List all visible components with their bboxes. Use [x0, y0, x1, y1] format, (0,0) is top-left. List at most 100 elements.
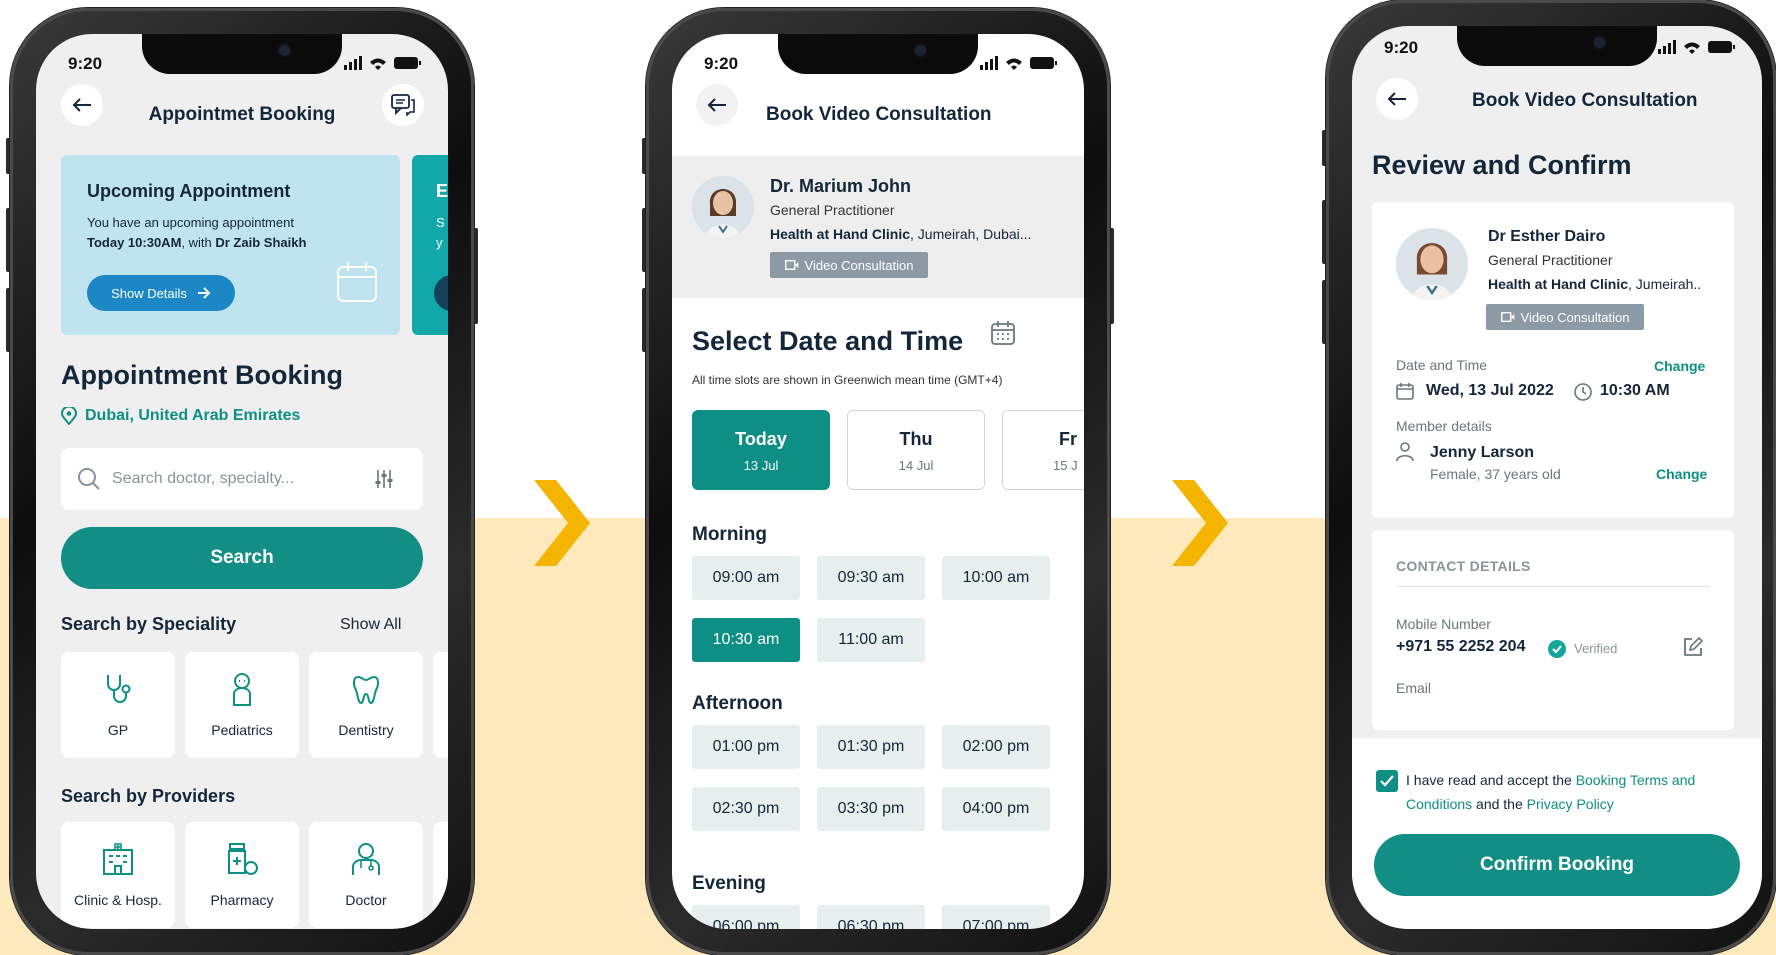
- member-label: Member details: [1396, 418, 1492, 434]
- booking-terms-link-2[interactable]: Conditions: [1406, 796, 1472, 812]
- privacy-policy-link[interactable]: Privacy Policy: [1527, 796, 1614, 812]
- doctor-avatar: [1396, 228, 1468, 300]
- contact-details-card: CONTACT DETAILS Mobile Number +971 55 22…: [1372, 530, 1734, 730]
- upcoming-appointment-card[interactable]: Upcoming Appointment You have an upcomin…: [61, 155, 400, 335]
- search-placeholder: Search doctor, specialty...: [112, 470, 295, 487]
- arrow-right-icon: [197, 287, 211, 299]
- provider-tile-doctor[interactable]: Doctor: [309, 822, 423, 928]
- date-label: Date and Time: [1396, 357, 1488, 373]
- calendar-icon: [336, 261, 378, 303]
- time-slot[interactable]: 07:00 pm: [942, 905, 1050, 929]
- member-name: Jenny Larson: [1430, 444, 1535, 461]
- mobile-label: Mobile Number: [1396, 616, 1491, 632]
- member-info: Female, 37 years old: [1430, 466, 1561, 482]
- arrow-left-icon: [72, 98, 91, 112]
- providers-title: Search by Providers: [61, 786, 236, 806]
- time-slot[interactable]: 11:00 am: [817, 618, 925, 662]
- verified-label: Verified: [1574, 641, 1618, 656]
- speciality-tile-dentistry[interactable]: Dentistry: [309, 652, 423, 758]
- signal-wifi-battery-icon: [1658, 40, 1736, 54]
- day-thu[interactable]: Thu 14 Jul: [847, 410, 985, 490]
- time-slot[interactable]: 04:00 pm: [942, 787, 1050, 831]
- screen: 9:20 Appointmet Booking Upcoming Appoint…: [36, 34, 448, 929]
- status-time: 9:20: [68, 54, 103, 73]
- evening-title: Evening: [692, 873, 766, 894]
- time-slot[interactable]: 01:00 pm: [692, 725, 800, 769]
- show-all-link[interactable]: Show All: [340, 616, 401, 634]
- time-slot[interactable]: 02:30 pm: [692, 787, 800, 831]
- video-consultation-badge: Video Consultation: [1486, 304, 1644, 330]
- tooth-icon: [352, 675, 380, 705]
- baby-icon: [233, 673, 251, 706]
- time-slot[interactable]: 10:00 am: [942, 556, 1050, 600]
- email-label: Email: [1396, 680, 1432, 696]
- chevron-right-icon: [1172, 480, 1228, 566]
- terms-checkbox[interactable]: [1376, 770, 1398, 792]
- change-member-link[interactable]: Change: [1656, 466, 1707, 482]
- doctor-role: General Practitioner: [770, 202, 895, 218]
- change-date-link[interactable]: Change: [1654, 358, 1705, 374]
- location-pin-icon: [61, 407, 77, 425]
- time-slot[interactable]: 06:00 pm: [692, 905, 800, 929]
- page-title: Book Video Consultation: [766, 104, 992, 125]
- page-title: Appointmet Booking: [148, 104, 336, 125]
- hospital-icon: [103, 843, 133, 875]
- phone-select-date-time: 9:20 Book Video Consultation Dr. Marium …: [642, 8, 1114, 955]
- video-consultation-badge: Video Consultation: [770, 252, 928, 278]
- day-fri[interactable]: Fr 15 J: [1002, 410, 1084, 490]
- calendar-icon[interactable]: [990, 320, 1016, 346]
- time-slot-selected[interactable]: 10:30 am: [692, 618, 800, 662]
- search-button[interactable]: Search: [61, 527, 423, 589]
- search-icon: [78, 468, 100, 490]
- edit-icon: [1684, 636, 1704, 656]
- search-input[interactable]: Search doctor, specialty...: [61, 448, 423, 510]
- upcoming-line2: Today 10:30AM, with Dr Zaib Shaikh: [87, 235, 307, 250]
- speciality-tile-gp[interactable]: GP: [61, 652, 175, 758]
- arrow-left-icon: [707, 98, 726, 112]
- stethoscope-icon: [107, 675, 131, 703]
- doctor-clinic: Health at Hand Clinic, Jumeirah..: [1488, 276, 1702, 292]
- chat-icon: [391, 94, 415, 116]
- afternoon-title: Afternoon: [692, 693, 783, 714]
- speciality-tile-pediatrics[interactable]: Pediatrics: [185, 652, 299, 758]
- back-button[interactable]: [696, 84, 738, 126]
- morning-title: Morning: [692, 524, 767, 545]
- time-slot[interactable]: 09:00 am: [692, 556, 800, 600]
- time-slot[interactable]: 06:30 pm: [817, 905, 925, 929]
- calendar-icon: [1396, 383, 1414, 400]
- location[interactable]: Dubai, United Arab Emirates: [61, 407, 300, 425]
- terms-text: I have read and accept the Booking Terms…: [1406, 772, 1696, 812]
- pharmacy-icon: [228, 843, 258, 875]
- time-slot[interactable]: 03:30 pm: [817, 787, 925, 831]
- speciality-title: Search by Speciality: [61, 614, 237, 634]
- time-slot[interactable]: 02:00 pm: [942, 725, 1050, 769]
- video-camera-icon: [784, 260, 798, 270]
- check-icon: [1380, 775, 1394, 787]
- booking-terms-link[interactable]: Booking Terms and: [1576, 772, 1696, 788]
- filter-icon: [375, 470, 393, 488]
- chat-button[interactable]: [382, 84, 424, 126]
- video-camera-icon: [1500, 312, 1514, 322]
- confirm-booking-button[interactable]: Confirm Booking: [1374, 834, 1740, 896]
- time-slot[interactable]: 09:30 am: [817, 556, 925, 600]
- contact-title: CONTACT DETAILS: [1396, 558, 1531, 574]
- doctor-summary: Dr. Marium John General Practitioner Hea…: [672, 156, 1084, 298]
- provider-tile-clinic[interactable]: Clinic & Hosp.: [61, 822, 175, 928]
- time-slot[interactable]: 01:30 pm: [817, 725, 925, 769]
- back-button[interactable]: [1376, 78, 1418, 120]
- review-heading: Review and Confirm: [1372, 150, 1632, 180]
- phone-review-confirm: 9:20 Book Video Consultation Review and …: [1322, 0, 1776, 955]
- booking-summary-card: Dr Esther Dairo General Practitioner Hea…: [1372, 202, 1734, 518]
- appointment-time: 10:30 AM: [1600, 382, 1670, 399]
- back-button[interactable]: [61, 84, 103, 126]
- next-card[interactable]: E S y: [412, 155, 448, 335]
- provider-tile-pharmacy[interactable]: Pharmacy: [185, 822, 299, 928]
- screen: 9:20 Book Video Consultation Review and …: [1352, 26, 1762, 929]
- verified-check-icon: [1548, 640, 1566, 658]
- user-icon: [1396, 442, 1414, 462]
- show-details-button[interactable]: Show Details: [87, 275, 235, 311]
- select-date-title: Select Date and Time: [692, 326, 964, 356]
- upcoming-line1: You have an upcoming appointment: [87, 215, 294, 230]
- day-today[interactable]: Today 13 Jul: [692, 410, 830, 490]
- doctor-avatar: [692, 176, 754, 238]
